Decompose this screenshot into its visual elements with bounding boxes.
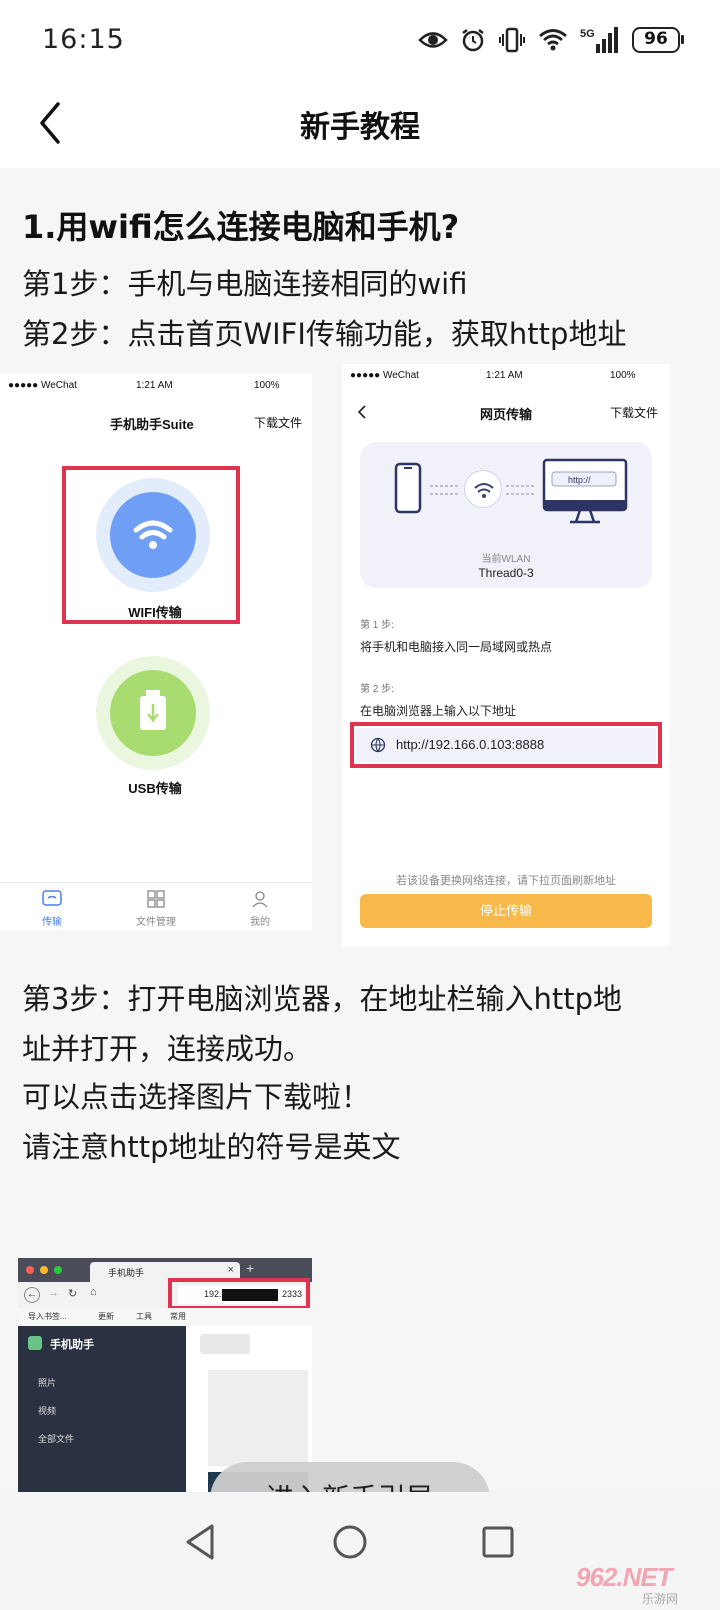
step3-line4: 请注意http地址的符号是英文 <box>22 1130 401 1164</box>
s1-tab-me: 我的 <box>238 890 282 928</box>
app-sidebar: 手机助手 照片 视频 全部文件 <box>18 1326 186 1498</box>
s2-time: 1:21 AM <box>486 370 523 381</box>
wifi-icon <box>474 483 494 498</box>
usb-icon <box>140 690 166 730</box>
highlight-box <box>350 722 662 768</box>
usb-circle <box>110 670 196 756</box>
connection-card: http:// 当前WLAN Thread0-3 <box>360 442 652 588</box>
question-title: 1.用wifi怎么连接电脑和手机? <box>22 208 460 246</box>
s2-step2-label: 第 2 步: <box>360 684 394 695</box>
home-icon: ⌂ <box>90 1286 97 1298</box>
s2-download: 下载文件 <box>610 406 659 420</box>
s1-tab-transfer: 传输 <box>30 890 74 928</box>
reload-icon: ↻ <box>68 1288 78 1300</box>
status-icons: 5G 96 <box>418 26 684 54</box>
step3-line3: 可以点击选择图片下载啦！ <box>22 1080 371 1114</box>
s2-carrier: ●●●●● WeChat <box>350 370 419 381</box>
grid-icon <box>147 890 165 908</box>
bookmark-item: 常用 <box>170 1312 186 1321</box>
sidebar-item-videos: 视频 <box>38 1406 57 1416</box>
wlan-name: Thread0-3 <box>478 566 534 580</box>
bookmark-item: 工具 <box>136 1312 152 1321</box>
s1-tab-label: 传输 <box>42 917 62 928</box>
vibrate-icon <box>499 27 525 53</box>
home-screenshot: ●●●●● WeChat 1:21 AM 100% 手机助手Suite 下载文件… <box>0 374 312 930</box>
battery-icon: 96 <box>632 27 684 53</box>
bookmark-item: 导入书签... <box>28 1312 67 1321</box>
stop-transfer-button: 停止传输 <box>360 894 652 928</box>
refresh-hint: 若该设备更换网络连接，请下拉页面刷新地址 <box>396 875 616 887</box>
app-logo-icon <box>28 1336 42 1350</box>
s2-step2-text: 在电脑浏览器上输入以下地址 <box>360 704 517 718</box>
system-nav-bar: 962.NET 乐游网 <box>0 1492 720 1610</box>
bookmark-item: 更新 <box>98 1312 114 1321</box>
app-bar: 新手教程 <box>0 80 720 168</box>
wifi-hub <box>464 470 502 508</box>
maximize-dot-icon <box>54 1266 62 1274</box>
minimize-dot-icon <box>40 1266 48 1274</box>
watermark-subtext: 乐游网 <box>642 1592 679 1606</box>
signal-icon: 5G <box>580 27 618 53</box>
app-name: 手机助手 <box>50 1339 94 1351</box>
sidebar-item-all-files: 全部文件 <box>38 1434 75 1444</box>
step3-line2: 址并打开，连接成功。 <box>22 1032 313 1066</box>
s1-carrier: ●●●●● WeChat <box>8 380 77 391</box>
nav-home-button[interactable] <box>320 1512 380 1572</box>
highlight-box <box>62 466 240 624</box>
forward-arrow-icon: → <box>48 1287 59 1299</box>
s2-url-tag: http:// <box>568 475 591 485</box>
usb-label: USB传输 <box>128 781 182 796</box>
nav-recents-button[interactable] <box>468 1512 528 1572</box>
web-transfer-screenshot: ●●●●● WeChat 1:21 AM 100% 网页传输 下载文件 http… <box>342 364 670 946</box>
step2-text: 第2步：点击首页WIFI传输功能，获取http地址 <box>22 317 627 351</box>
s1-tab-label: 文件管理 <box>136 917 176 928</box>
s2-step1-text: 将手机和电脑接入同一局域网或热点 <box>360 640 553 654</box>
back-arrow-icon: ← <box>24 1287 40 1303</box>
tab-close-icon: × <box>227 1264 234 1276</box>
s1-time: 1:21 AM <box>136 380 173 391</box>
step3-line1: 第3步：打开电脑浏览器，在地址栏输入http地 <box>22 982 622 1016</box>
s2-battery: 100% <box>610 370 636 381</box>
status-time: 16:15 <box>42 24 125 55</box>
eye-icon <box>418 32 448 48</box>
transfer-icon <box>42 890 62 906</box>
toolbar-button <box>200 1334 250 1354</box>
monitor-icon <box>542 458 628 524</box>
bookmark-bar: 导入书签... 更新 工具 常用 <box>18 1308 312 1326</box>
s1-tab-label: 我的 <box>250 917 270 928</box>
sidebar-item-photos: 照片 <box>38 1378 57 1388</box>
phone-icon <box>394 462 422 514</box>
page-title: 新手教程 <box>300 110 420 145</box>
wifi-icon <box>539 29 567 51</box>
s1-battery: 100% <box>254 380 280 391</box>
close-dot-icon <box>26 1266 34 1274</box>
status-bar: 16:15 5G 96 <box>0 0 720 80</box>
step1-text: 第1步：手机与电脑连接相同的wifi <box>22 267 468 301</box>
image-placeholder <box>208 1370 308 1466</box>
new-tab-icon: + <box>246 1260 255 1276</box>
browser-tab-title: 手机助手 <box>108 1268 145 1278</box>
person-icon <box>252 891 268 908</box>
wlan-label: 当前WLAN <box>481 554 531 565</box>
alarm-icon <box>462 29 484 52</box>
tabbar-divider <box>0 882 312 883</box>
watermark-logo: 962.NET 乐游网 <box>572 1560 710 1606</box>
watermark-text: 962.NET <box>576 1562 673 1592</box>
s1-title: 手机助手Suite <box>110 417 194 432</box>
s1-tab-files: 文件管理 <box>128 890 184 928</box>
nav-back-button[interactable] <box>172 1512 232 1572</box>
s1-download: 下载文件 <box>254 416 303 430</box>
tutorial-content: 1.用wifi怎么连接电脑和手机? 第1步：手机与电脑连接相同的wifi 第2步… <box>0 168 720 1534</box>
s2-step1-label: 第 1 步: <box>360 620 394 631</box>
svg-text:5G: 5G <box>580 28 595 40</box>
highlight-box <box>168 1278 310 1310</box>
